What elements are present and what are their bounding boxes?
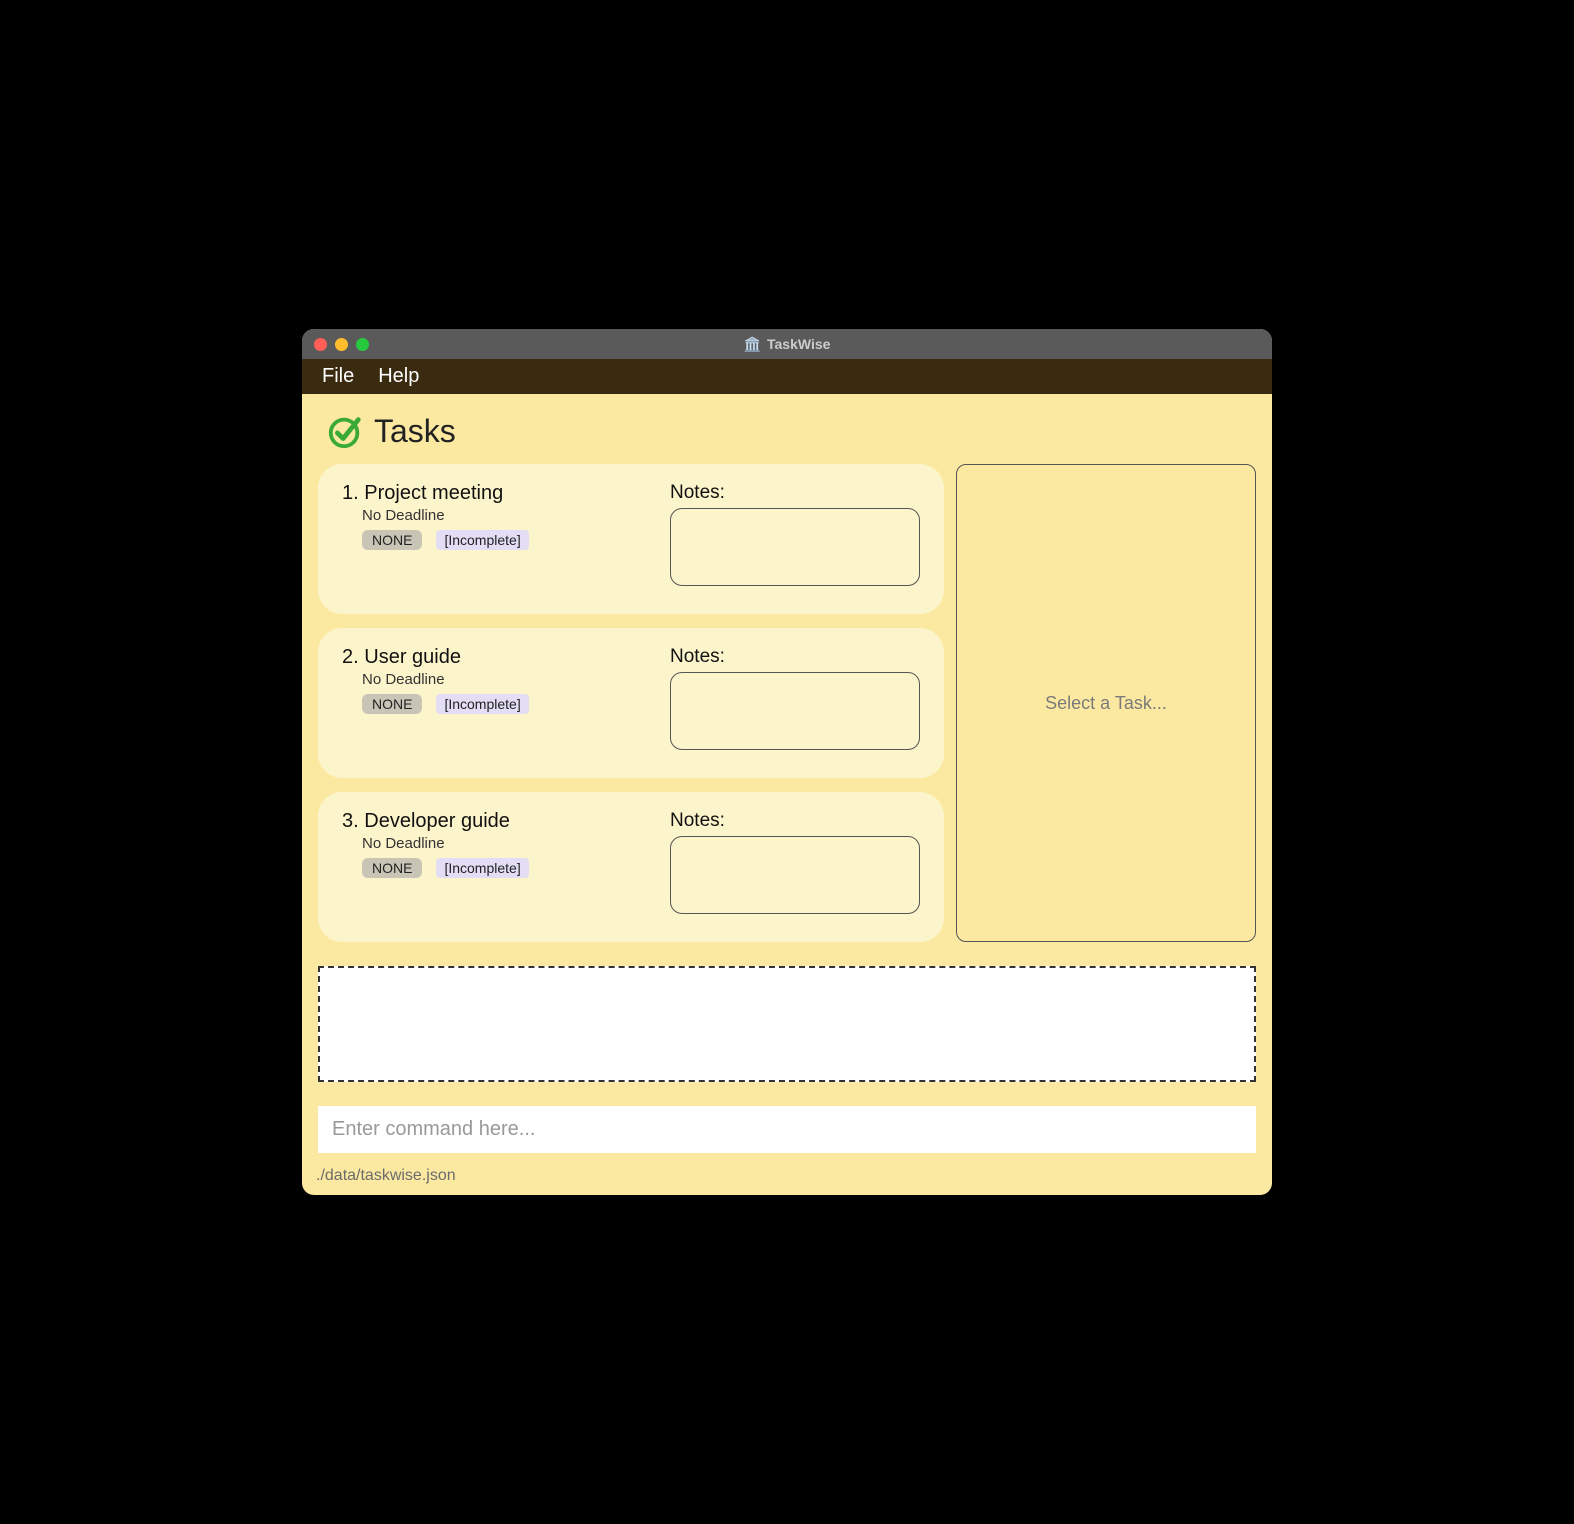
status-badge: [Incomplete]	[436, 858, 528, 878]
window-title-text: TaskWise	[767, 336, 830, 352]
app-window: 🏛️ TaskWise File Help Tasks 1. Project m…	[302, 329, 1272, 1195]
detail-placeholder: Select a Task...	[1045, 693, 1167, 714]
maximize-window-button[interactable]	[356, 338, 369, 351]
task-name: Developer guide	[364, 810, 510, 832]
status-badge: [Incomplete]	[436, 530, 528, 550]
menu-file[interactable]: File	[322, 365, 354, 388]
task-info: 2. User guide No Deadline NONE [Incomple…	[342, 646, 650, 750]
task-title: 2. User guide	[342, 646, 650, 669]
content-area: Tasks 1. Project meeting No Deadline NON…	[302, 394, 1272, 1161]
priority-badge: NONE	[362, 530, 422, 550]
output-area	[318, 966, 1256, 1082]
checkmark-icon	[326, 412, 364, 450]
task-info: 3. Developer guide No Deadline NONE [Inc…	[342, 810, 650, 914]
notes-box[interactable]	[670, 836, 920, 914]
page-header: Tasks	[318, 412, 1256, 450]
task-card[interactable]: 3. Developer guide No Deadline NONE [Inc…	[318, 792, 944, 942]
task-notes: Notes:	[670, 810, 920, 914]
task-card[interactable]: 2. User guide No Deadline NONE [Incomple…	[318, 628, 944, 778]
minimize-window-button[interactable]	[335, 338, 348, 351]
statusbar: ./data/taskwise.json	[302, 1161, 1272, 1195]
notes-label: Notes:	[670, 646, 920, 668]
task-badges: NONE [Incomplete]	[362, 694, 650, 714]
task-card[interactable]: 1. Project meeting No Deadline NONE [Inc…	[318, 464, 944, 614]
task-name: User guide	[364, 646, 461, 668]
task-badges: NONE [Incomplete]	[362, 530, 650, 550]
status-path: ./data/taskwise.json	[316, 1167, 456, 1184]
task-notes: Notes:	[670, 482, 920, 586]
priority-badge: NONE	[362, 858, 422, 878]
status-badge: [Incomplete]	[436, 694, 528, 714]
task-deadline: No Deadline	[362, 835, 650, 852]
notes-label: Notes:	[670, 482, 920, 504]
task-detail-panel: Select a Task...	[956, 464, 1256, 942]
page-title: Tasks	[374, 413, 456, 450]
main-area: 1. Project meeting No Deadline NONE [Inc…	[318, 464, 1256, 942]
notes-box[interactable]	[670, 672, 920, 750]
traffic-lights	[314, 338, 369, 351]
window-title: 🏛️ TaskWise	[744, 336, 831, 353]
notes-box[interactable]	[670, 508, 920, 586]
task-title: 1. Project meeting	[342, 482, 650, 505]
menu-help[interactable]: Help	[378, 365, 419, 388]
tasks-list: 1. Project meeting No Deadline NONE [Inc…	[318, 464, 944, 942]
command-input[interactable]	[318, 1106, 1256, 1153]
task-info: 1. Project meeting No Deadline NONE [Inc…	[342, 482, 650, 586]
task-deadline: No Deadline	[362, 507, 650, 524]
task-index: 2.	[342, 646, 359, 668]
task-index: 1.	[342, 482, 359, 504]
notes-label: Notes:	[670, 810, 920, 832]
menubar: File Help	[302, 359, 1272, 394]
task-name: Project meeting	[364, 482, 503, 504]
task-deadline: No Deadline	[362, 671, 650, 688]
task-title: 3. Developer guide	[342, 810, 650, 833]
priority-badge: NONE	[362, 694, 422, 714]
close-window-button[interactable]	[314, 338, 327, 351]
task-index: 3.	[342, 810, 359, 832]
task-badges: NONE [Incomplete]	[362, 858, 650, 878]
task-notes: Notes:	[670, 646, 920, 750]
titlebar: 🏛️ TaskWise	[302, 329, 1272, 359]
app-icon: 🏛️	[744, 336, 761, 353]
